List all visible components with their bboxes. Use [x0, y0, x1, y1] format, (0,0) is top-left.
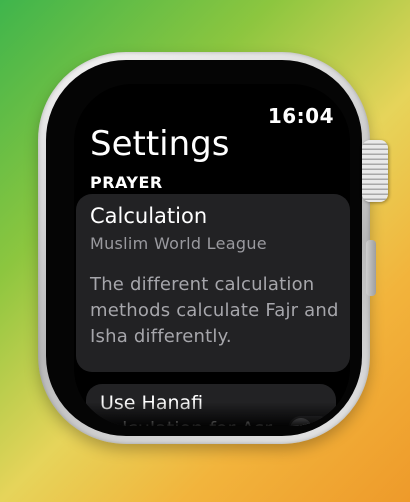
scroll-fade	[74, 402, 350, 426]
side-button[interactable]	[366, 240, 376, 296]
apple-watch-frame: 16:04 Settings PRAYER Calculation Muslim…	[38, 52, 370, 444]
watch-bezel: 16:04 Settings PRAYER Calculation Muslim…	[46, 60, 362, 436]
section-header-prayer: PRAYER	[90, 173, 163, 192]
page-title: Settings	[90, 124, 230, 164]
calculation-value: Muslim World League	[90, 234, 267, 253]
calculation-description: The different calculation methods calcul…	[90, 274, 339, 347]
calculation-label: Calculation	[90, 204, 208, 228]
digital-crown[interactable]	[362, 140, 388, 202]
watch-screen: 16:04 Settings PRAYER Calculation Muslim…	[74, 84, 350, 426]
calculation-setting-cell[interactable]: Calculation Muslim World League The diff…	[76, 194, 350, 372]
status-time: 16:04	[267, 104, 334, 128]
